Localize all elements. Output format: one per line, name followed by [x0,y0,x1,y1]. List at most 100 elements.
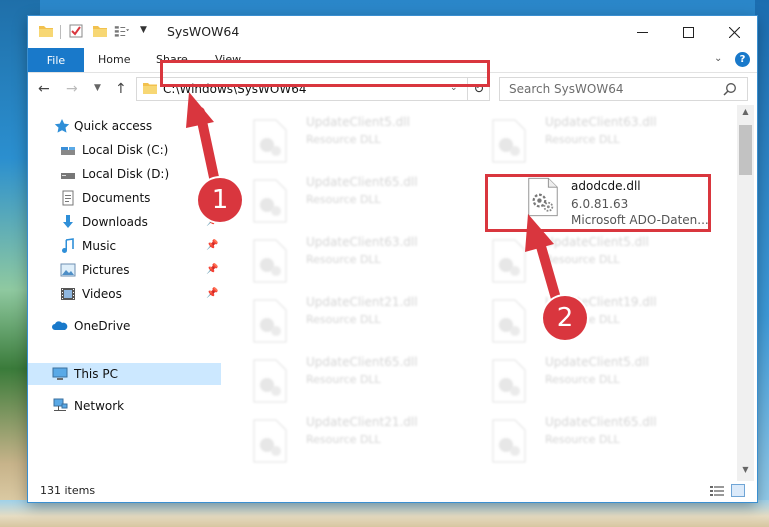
sidebar-item-music[interactable]: Music 📌 [28,235,221,257]
status-bar: 131 items [28,481,757,502]
dll-file-icon [492,299,526,343]
back-arrow-icon[interactable]: ← [38,81,50,97]
pin-icon[interactable]: 📌 [206,288,218,299]
dll-file-icon [253,419,287,463]
sidebar-item-local-disk-d[interactable]: Local Disk (D:) [28,163,221,185]
dll-file-icon [492,239,526,283]
search-input[interactable]: Search SysWOW64 [499,77,748,101]
file-type: Resource DLL [306,313,381,326]
file-list: UpdateClient5.dll Resource DLL UpdateCli… [238,105,732,481]
sidebar-item-local-disk-c[interactable]: Local Disk (C:) [28,139,221,161]
desktop-background-right [755,0,769,527]
title-bar: ▼ SysWOW64 [28,16,757,48]
sidebar-item-onedrive[interactable]: OneDrive [28,315,221,337]
properties-check-icon[interactable] [68,23,84,39]
sidebar-item-documents[interactable]: Documents [28,187,221,209]
list-item[interactable]: UpdateClient5.dll Resource DLL [487,235,719,291]
list-item[interactable]: UpdateClient19.dll Resource DLL [487,295,719,351]
navigation-pane: Quick access Local Disk (C:) Local Disk … [28,105,221,481]
scrollbar-thumb[interactable] [739,125,752,175]
list-item[interactable]: UpdateClient5.dll Resource DLL [487,355,719,411]
sidebar-item-this-pc[interactable]: This PC [28,363,221,385]
file-explorer-window: ▼ SysWOW64 File Home Share View ⌄ ? ← → … [28,16,757,502]
list-item[interactable]: UpdateClient21.dll Resource DLL [248,415,480,471]
sidebar-label: Videos [82,287,122,301]
large-icons-view-icon[interactable] [731,484,745,497]
pin-icon[interactable]: 📌 [206,240,218,251]
dll-file-icon [253,179,287,223]
sidebar-label: Local Disk (D:) [82,167,170,181]
list-item[interactable]: UpdateClient63.dll Resource DLL [248,235,480,291]
details-view-icon[interactable] [710,485,724,497]
file-name: UpdateClient63.dll [306,235,418,249]
folder-icon [39,26,53,37]
file-type: Resource DLL [306,253,381,266]
sidebar-item-pictures[interactable]: Pictures 📌 [28,259,221,281]
recent-locations-chevron-icon[interactable]: ▼ [94,83,101,93]
maximize-icon [682,26,694,38]
file-type: Resource DLL [306,133,381,146]
sidebar-label: Quick access [74,119,153,133]
pictures-icon [60,263,76,277]
minimize-button[interactable] [619,16,665,48]
videos-icon [61,288,75,300]
new-folder-icon[interactable] [92,23,108,39]
file-type: Resource DLL [306,433,381,446]
file-type: Resource DLL [306,193,381,206]
tab-home[interactable]: Home [98,53,130,66]
sidebar-label: Local Disk (C:) [82,143,169,157]
file-highlight [485,174,711,232]
customize-toolbar-chevron-icon[interactable]: ▼ [140,25,156,41]
close-icon [728,26,740,38]
star-icon [54,119,70,133]
file-name: UpdateClient63.dll [545,115,657,129]
file-type: Resource DLL [306,373,381,386]
list-item[interactable]: UpdateClient65.dll Resource DLL [487,415,719,471]
expand-ribbon-chevron-icon[interactable]: ⌄ [714,53,722,64]
folder-icon [143,83,157,94]
list-item[interactable]: UpdateClient63.dll Resource DLL [487,115,719,171]
network-icon [53,398,68,411]
list-item[interactable]: UpdateClient65.dll Resource DLL [248,355,480,411]
sidebar-label: Pictures [82,263,130,277]
quick-access-separator [60,25,61,39]
file-name: UpdateClient21.dll [306,415,418,429]
list-item[interactable]: UpdateClient21.dll Resource DLL [248,295,480,351]
file-name: UpdateClient65.dll [306,175,418,189]
sidebar-label: This PC [74,367,118,381]
list-item[interactable]: UpdateClient65.dll Resource DLL [248,175,480,231]
pin-icon[interactable]: 📌 [206,264,218,275]
tab-file[interactable]: File [28,48,84,72]
close-button[interactable] [711,16,757,48]
file-name: UpdateClient5.dll [306,115,410,129]
sidebar-item-quick-access[interactable]: Quick access [28,115,221,137]
sidebar-item-network[interactable]: Network [28,395,221,417]
help-button[interactable]: ? [735,52,750,67]
address-bar-highlight [160,60,490,87]
sidebar-item-downloads[interactable]: Downloads 📌 [28,211,221,233]
documents-icon [62,190,74,206]
sidebar-item-videos[interactable]: Videos 📌 [28,283,221,305]
downloads-icon [63,215,73,228]
dll-file-icon [253,119,287,163]
scroll-down-arrow-icon[interactable]: ▼ [737,465,754,479]
list-item[interactable]: UpdateClient5.dll Resource DLL [248,115,480,171]
up-arrow-icon[interactable]: ↑ [115,81,127,97]
scroll-up-arrow-icon[interactable]: ▲ [737,107,754,121]
customize-view-icon[interactable] [114,23,130,39]
step-marker-1: 1 [198,178,242,222]
maximize-button[interactable] [665,16,711,48]
drive-icon [61,147,75,155]
sidebar-label: Music [82,239,117,253]
forward-arrow-icon[interactable]: → [66,81,78,97]
file-type: Resource DLL [545,433,620,446]
dll-file-icon [492,419,526,463]
file-name: UpdateClient21.dll [306,295,418,309]
dll-file-icon [492,359,526,403]
search-icon[interactable] [723,82,737,96]
sidebar-label: Network [74,399,125,413]
desktop-background-bottom [0,500,769,527]
vertical-scrollbar[interactable]: ▲ ▼ [737,105,754,481]
file-type: Resource DLL [545,253,620,266]
file-name: UpdateClient5.dll [545,235,649,249]
